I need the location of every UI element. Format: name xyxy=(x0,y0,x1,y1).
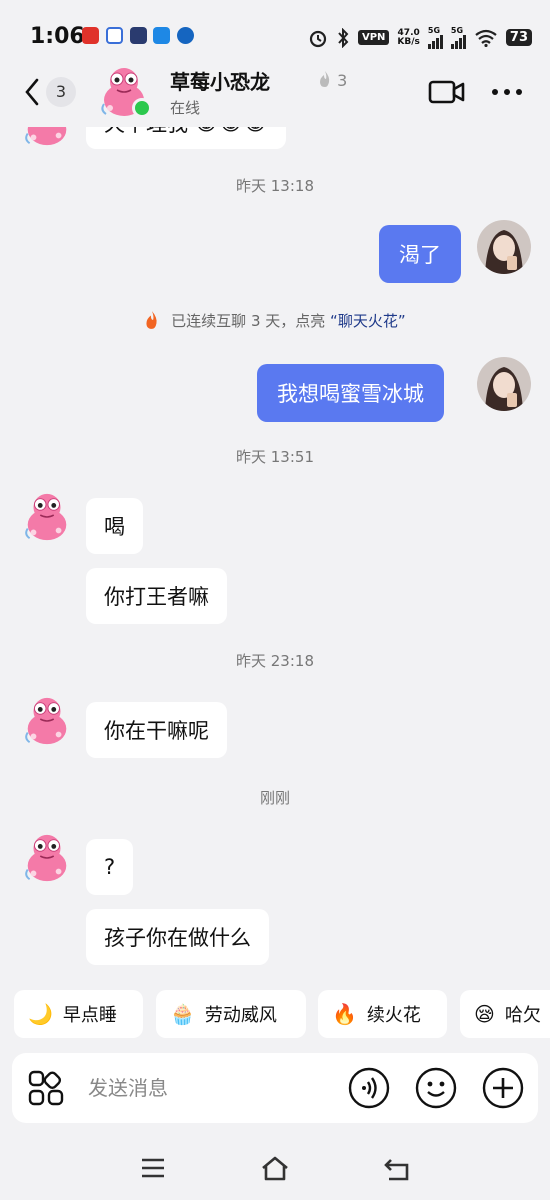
chat-spark-notice: 已连续互聊 3 天，点亮 “聊天火花” xyxy=(0,310,550,331)
message-bubble-in[interactable]: 孩子你在做什么 xyxy=(86,909,269,965)
message-bubble-in[interactable]: ? xyxy=(86,839,134,895)
vpn-badge: VPN xyxy=(357,30,390,45)
chevron-left-icon xyxy=(25,78,39,106)
message-bubble-out[interactable]: 我想喝蜜雪冰城 xyxy=(257,364,444,422)
message-bubble-in[interactable]: 天下理我 😂😂😂 xyxy=(86,127,286,149)
quick-reply-chip[interactable]: 😪 哈欠 xyxy=(460,990,550,1038)
flame-icon xyxy=(320,71,330,87)
moon-emoji-icon: 🌙 xyxy=(28,1002,53,1026)
home-icon[interactable] xyxy=(260,1154,290,1182)
message-bubble-in[interactable]: 喝 xyxy=(86,498,143,554)
status-time: 1:06 xyxy=(30,24,85,49)
quick-reply-chip[interactable]: 🧁 劳动威风 xyxy=(156,990,306,1038)
spark-link[interactable]: “聊天火花” xyxy=(330,312,406,330)
quick-reply-chip[interactable]: 🌙 早点睡 xyxy=(14,990,143,1038)
emoji-stickers: 😂😂😂 xyxy=(194,127,268,135)
bluetooth-icon xyxy=(338,27,349,48)
quick-reply-chip[interactable]: 🔥 续火花 xyxy=(318,990,447,1038)
my-avatar[interactable] xyxy=(477,357,531,411)
my-avatar[interactable] xyxy=(477,220,531,274)
contact-online-status: 在线 xyxy=(170,99,201,117)
app-notification-icon xyxy=(82,27,99,44)
online-status-dot xyxy=(132,98,152,118)
back-button[interactable]: 3 xyxy=(24,74,84,110)
message-list[interactable]: 天下理我 😂😂😂 昨天 13:18 渴了 已连续互聊 3 天，点亮 “聊天火花”… xyxy=(0,127,550,987)
message-bubble-in[interactable]: 你打王者嘛 xyxy=(86,568,227,624)
message-input-bar xyxy=(12,1053,538,1123)
browser-app-icon xyxy=(177,27,194,44)
cake-emoji-icon: 🧁 xyxy=(170,1002,195,1026)
contact-message-avatar[interactable] xyxy=(20,831,74,885)
timestamp: 昨天 13:51 xyxy=(236,448,314,466)
message-bubble-out[interactable]: 渴了 xyxy=(379,225,461,283)
message-bubble-in[interactable]: 你在干嘛呢 xyxy=(86,702,227,758)
flame-icon xyxy=(146,311,158,329)
contact-message-avatar[interactable] xyxy=(20,127,74,149)
timestamp: 昨天 23:18 xyxy=(236,652,314,670)
voice-input-icon[interactable] xyxy=(348,1067,390,1109)
chat-header: 3 草莓小恐龙 3 在线 xyxy=(0,52,550,127)
cloud-app-icon xyxy=(106,27,123,44)
apps-grid-icon[interactable] xyxy=(28,1070,64,1106)
signal-1: 5G xyxy=(427,26,443,49)
store-app-icon xyxy=(153,27,170,44)
unread-count-badge: 3 xyxy=(46,77,76,107)
contact-message-avatar[interactable] xyxy=(20,694,74,748)
timestamp: 昨天 13:18 xyxy=(236,177,314,195)
signal-2: 5G xyxy=(450,26,466,49)
more-options-icon[interactable] xyxy=(490,82,524,102)
message-input[interactable] xyxy=(88,1071,328,1105)
fire-emoji-icon: 🔥 xyxy=(332,1002,357,1026)
contact-name[interactable]: 草莓小恐龙 xyxy=(170,66,270,95)
battery-indicator: 73 xyxy=(505,29,532,46)
status-indicators: VPN 47.0 KB/s 5G 5G 73 xyxy=(308,26,532,49)
cat-app-icon xyxy=(130,27,147,44)
yawn-emoji-icon: 😪 xyxy=(474,1002,495,1026)
emoji-icon[interactable] xyxy=(415,1067,457,1109)
system-navigation-bar xyxy=(0,1140,550,1200)
contact-message-avatar[interactable] xyxy=(20,490,74,544)
wifi-icon xyxy=(475,29,497,47)
menu-icon[interactable] xyxy=(140,1157,166,1179)
add-icon[interactable] xyxy=(482,1067,524,1109)
spark-level: 3 xyxy=(318,70,347,90)
video-call-icon[interactable] xyxy=(428,79,466,105)
back-nav-icon[interactable] xyxy=(383,1156,411,1182)
timestamp: 刚刚 xyxy=(259,789,290,807)
alarm-icon xyxy=(309,30,327,47)
net-speed: 47.0 KB/s xyxy=(397,27,420,47)
